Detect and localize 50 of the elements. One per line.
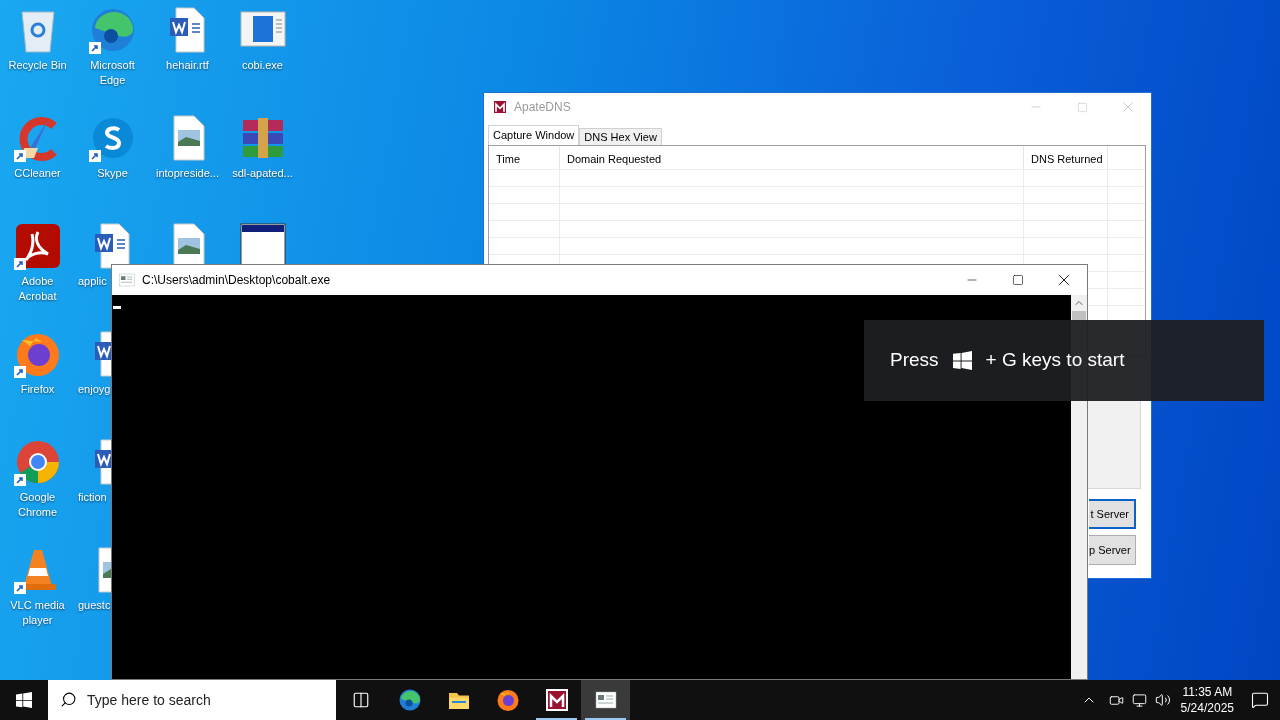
text-cursor xyxy=(113,306,121,309)
server-button[interactable]: t Server xyxy=(1089,499,1136,529)
maximize-icon xyxy=(1076,101,1088,113)
search-icon xyxy=(60,691,77,708)
tab[interactable]: Capture Window xyxy=(488,125,580,145)
network-icon[interactable] xyxy=(1131,692,1147,708)
clock[interactable]: 11:35 AM 5/24/2025 xyxy=(1174,684,1240,716)
volume-icon[interactable] xyxy=(1154,692,1171,708)
fox-globe-icon xyxy=(495,688,520,712)
desktop-icon-label[interactable]: VLC media player xyxy=(0,598,75,628)
server-button[interactable]: p Server xyxy=(1089,535,1136,565)
scroll-thumb[interactable] xyxy=(1072,311,1086,321)
desktop-icon-label[interactable]: fiction xyxy=(75,490,107,505)
desktop-icon-label[interactable]: CCleaner xyxy=(0,166,75,181)
desktop-icon-label[interactable]: sdl-apated... xyxy=(225,166,300,181)
column-header[interactable]: DNS Returned xyxy=(1024,146,1108,169)
desktop-icon-label[interactable]: Adobe Acrobat xyxy=(0,274,75,304)
toast-text: + G keys to start xyxy=(985,348,1125,373)
search-field[interactable]: Type here to search xyxy=(48,680,336,720)
desktop-icon-label[interactable]: Firefox xyxy=(0,382,75,397)
logo-icon xyxy=(544,688,569,712)
window-icon xyxy=(593,688,618,712)
window-icon xyxy=(118,271,136,289)
clock-time: 11:35 AM xyxy=(1182,684,1233,700)
desktop-icon-label[interactable]: Skype xyxy=(75,166,150,181)
toast-text: Press xyxy=(890,348,939,373)
desktop-icon-label[interactable]: cobi.exe xyxy=(225,58,300,73)
desktop-icon-label[interactable]: guestc xyxy=(75,598,111,613)
tab[interactable]: DNS Hex View xyxy=(579,128,662,145)
desktop-icon-label[interactable]: applic xyxy=(75,274,107,289)
taskbar-button[interactable] xyxy=(581,680,630,720)
window-title: C:\Users\admin\Desktop\cobalt.exe xyxy=(142,272,331,289)
desktop-icon-label[interactable]: Recycle Bin xyxy=(0,58,75,73)
desktop-icon-label[interactable]: Microsoft Edge xyxy=(75,58,150,88)
desktop-icon-label[interactable]: Google Chrome xyxy=(0,490,75,520)
windows-logo-icon xyxy=(952,351,972,370)
desktop-icon-label[interactable]: hehair.rtf xyxy=(150,58,225,73)
pdf-icon xyxy=(13,222,62,270)
logo-icon xyxy=(492,99,508,115)
desktop-icon-label[interactable]: enjoyg xyxy=(75,382,111,397)
desktop-icon-label[interactable]: intopreside... xyxy=(150,166,225,181)
window-title: ApateDNS xyxy=(514,99,571,116)
windows-logo-icon xyxy=(16,692,32,708)
wave-browser-icon xyxy=(397,688,422,712)
clock-date: 5/24/2025 xyxy=(1180,700,1234,716)
task-view-icon xyxy=(351,691,370,709)
column-header[interactable]: Time xyxy=(489,146,560,169)
column-header[interactable]: Domain Requested xyxy=(560,146,1024,169)
maximize-icon xyxy=(1012,274,1024,286)
notification-icon[interactable] xyxy=(1251,691,1269,709)
